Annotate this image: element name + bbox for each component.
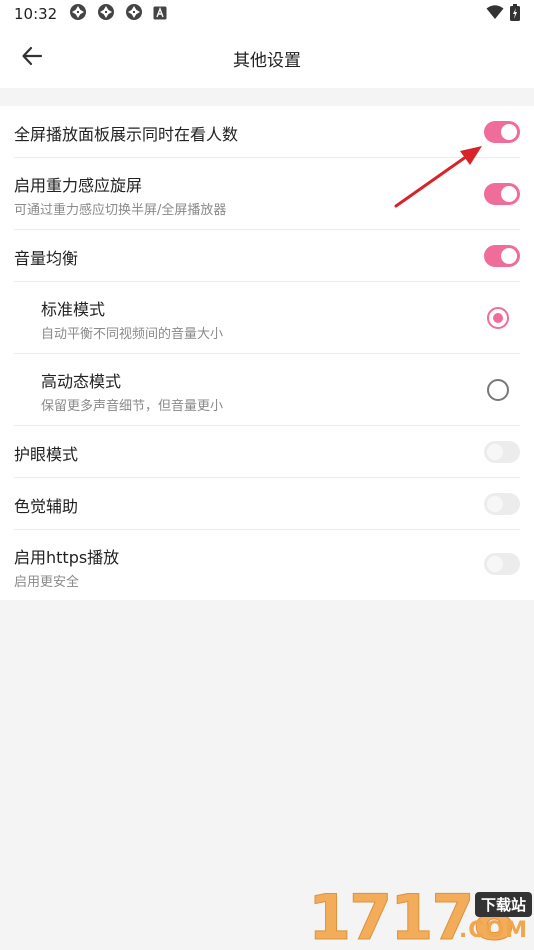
setting-label: 启用重力感应旋屏 xyxy=(14,176,143,195)
watermark-domain: .COM xyxy=(458,918,528,943)
setting-label: 高动态模式 xyxy=(41,372,122,391)
page-title: 其他设置 xyxy=(233,51,301,71)
setting-label: 启用https播放 xyxy=(14,548,120,567)
setting-description: 保留更多声音细节，但音量更小 xyxy=(41,399,224,414)
setting-label: 全屏播放面板展示同时在看人数 xyxy=(14,125,239,144)
status-time: 10:32 xyxy=(14,5,58,23)
wifi-icon xyxy=(486,4,504,24)
notification-aperture-icon xyxy=(97,3,115,25)
battery-charging-icon xyxy=(510,3,520,25)
https-playback-toggle[interactable] xyxy=(484,553,520,575)
notification-aperture-icon xyxy=(69,3,87,25)
status-bar: 10:32 xyxy=(0,0,534,28)
dynamic-mode-radio[interactable] xyxy=(487,379,509,401)
eye-care-toggle[interactable] xyxy=(484,441,520,463)
setting-label: 色觉辅助 xyxy=(14,497,79,516)
volume-balance-toggle[interactable] xyxy=(484,245,520,267)
setting-description: 自动平衡不同视频间的音量大小 xyxy=(41,327,224,342)
setting-description: 启用更安全 xyxy=(14,575,80,590)
watermark-badge: 下载站 xyxy=(474,892,532,917)
setting-row-standard-mode[interactable]: 标准模式 自动平衡不同视频间的音量大小 xyxy=(0,282,534,354)
setting-row-dynamic-mode[interactable]: 高动态模式 保留更多声音细节，但音量更小 xyxy=(0,354,534,426)
setting-label: 音量均衡 xyxy=(14,249,79,268)
setting-row-volume-balance[interactable]: 音量均衡 xyxy=(0,230,534,282)
notification-aperture-icon xyxy=(125,3,143,25)
app-bar: 其他设置 xyxy=(0,28,534,88)
setting-row-eye-care[interactable]: 护眼模式 xyxy=(0,426,534,478)
color-assist-toggle[interactable] xyxy=(484,493,520,515)
annotation-arrow-icon xyxy=(394,146,482,208)
standard-mode-radio[interactable] xyxy=(487,307,509,329)
setting-label: 标准模式 xyxy=(41,300,106,319)
notification-a-icon xyxy=(153,5,167,24)
setting-row-color-assist[interactable]: 色觉辅助 xyxy=(0,478,534,530)
setting-row-https-playback[interactable]: 启用https播放 启用更安全 xyxy=(0,530,534,600)
site-watermark: 17178 下载站 .COM xyxy=(308,885,534,950)
setting-description: 可通过重力感应切换半屏/全屏播放器 xyxy=(14,203,227,218)
setting-label: 护眼模式 xyxy=(14,445,79,464)
